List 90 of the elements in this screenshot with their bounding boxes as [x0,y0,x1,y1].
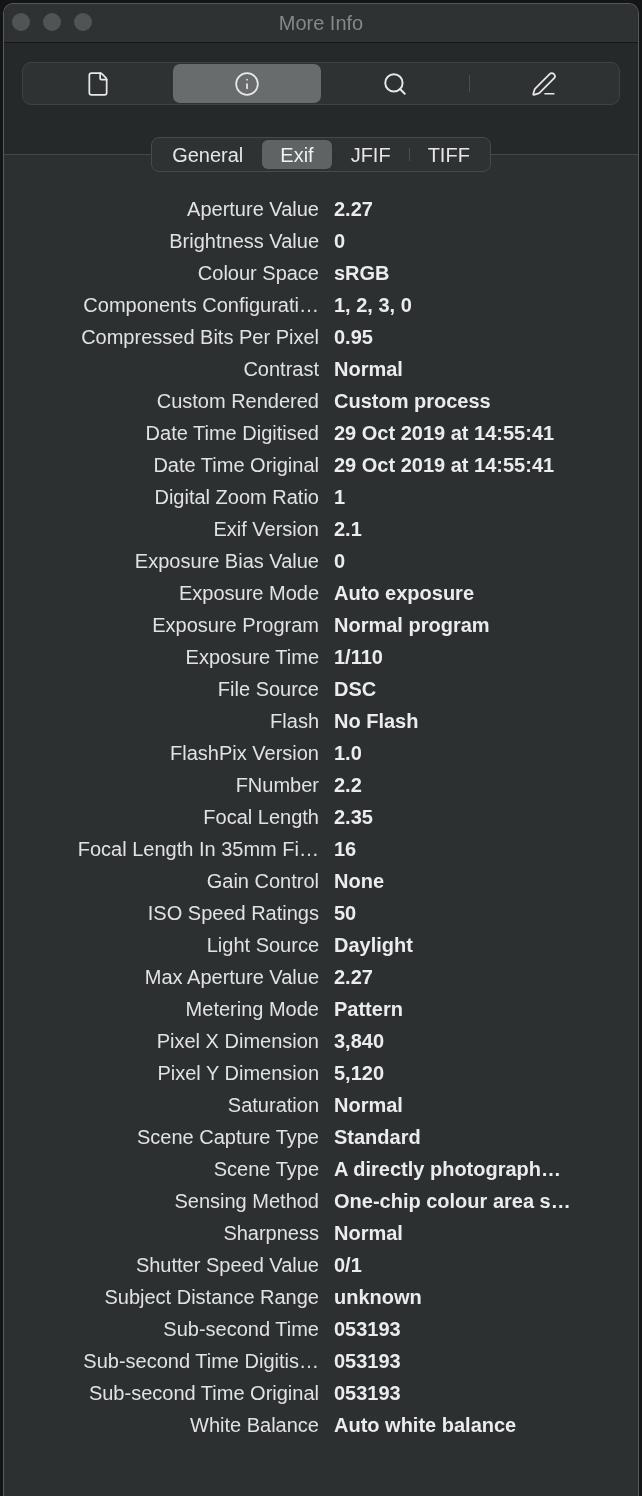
field-value: 0.95 [334,325,373,350]
field-value: 16 [334,837,357,862]
field-value: Daylight [334,933,413,958]
field-label: Aperture Value [186,197,319,222]
field-value: Auto exposure [334,581,475,606]
field-value: Custom process [334,389,491,414]
field-value: 1 [334,485,346,510]
field-label: Exif Version [212,517,319,542]
field-value: 2.35 [334,805,373,830]
field-label: Colour Space [196,261,319,286]
field-value: 0/1 [334,1253,362,1278]
field-value: Normal program [334,613,490,638]
tab[interactable]: Exif [262,140,332,169]
field-label: ISO Speed Ratings [146,901,319,926]
field-value: 2.27 [334,197,373,222]
field-label: Exposure Time [184,645,319,670]
field-label: Digital Zoom Ratio [153,485,319,510]
field-label: Sharpness [222,1221,319,1246]
maximize-button[interactable] [74,13,92,31]
field-value: Pattern [334,997,403,1022]
close-button[interactable] [12,13,30,31]
field-value: 5,120 [334,1061,385,1086]
field-label: Pixel X Dimension [155,1029,319,1054]
field-value: Auto white balance [334,1413,517,1438]
search-icon [382,70,409,97]
field-label: Scene Capture Type [136,1125,319,1150]
field-value: A directly photograph… [334,1157,562,1182]
field-label: FlashPix Version [169,741,319,766]
field-label: Exposure Bias Value [133,549,319,574]
field-value: 1.0 [334,741,362,766]
field-label: White Balance [189,1413,319,1438]
field-label: Sub-second Time [162,1317,319,1342]
field-value: 2.1 [334,517,362,542]
field-label: Sub-second Time Original [87,1381,319,1406]
field-label: Subject Distance Range [103,1285,319,1310]
field-label: FNumber [234,773,319,798]
field-label: Date Time Original [152,453,319,478]
field-label: Pixel Y Dimension [156,1061,319,1086]
field-value: 053193 [334,1381,401,1406]
field-label: Metering Mode [184,997,319,1022]
field-value: 1/110 [334,645,383,670]
field-value: 29 Oct 2019 at 14:55:41 [334,453,555,478]
field-value: 053193 [334,1317,401,1342]
field-value: Normal [334,1221,403,1246]
tab[interactable]: JFIF [332,140,409,169]
field-value: 053193 [334,1349,401,1374]
field-value: DSC [334,677,377,702]
field-label: Shutter Speed Value [134,1253,319,1278]
field-label: Flash [269,709,319,734]
field-value: No Flash [334,709,419,734]
pencil-icon [531,70,558,97]
tab[interactable]: TIFF [409,140,488,169]
field-label: Date Time Digitised [144,421,319,446]
field-label: Compressed Bits Per Pixel [80,325,319,350]
field-value: 29 Oct 2019 at 14:55:41 [334,421,555,446]
field-label: Components Configurati… [82,293,319,318]
field-label: Brightness Value [168,229,319,254]
field-value: 0 [334,549,346,574]
field-value: sRGB [334,261,390,286]
field-label: Gain Control [205,869,319,894]
field-label: Focal Length In 35mm Fi… [76,837,319,862]
minimize-button[interactable] [43,13,61,31]
window-title: More Info [278,11,364,36]
field-value: Normal [334,357,403,382]
field-value: 3,840 [334,1029,385,1054]
field-label: Sensing Method [173,1189,319,1214]
field-value: 0 [334,229,346,254]
field-label: Contrast [242,357,319,382]
field-label: Focal Length [202,805,319,830]
tab[interactable]: General [154,140,262,169]
info-button[interactable] [172,64,321,103]
field-label: Custom Rendered [155,389,319,414]
field-label: Scene Type [212,1157,319,1182]
field-value: One-chip colour area s… [334,1189,571,1214]
field-label: Exposure Mode [177,581,319,606]
field-value: unknown [334,1285,422,1310]
field-label: Light Source [205,933,319,958]
field-label: File Source [216,677,319,702]
field-label: Sub-second Time Digitis… [82,1349,319,1374]
field-value: Standard [334,1125,421,1150]
field-value: 50 [334,901,357,926]
info-icon [233,70,260,97]
field-value: 2.27 [334,965,373,990]
field-label: Saturation [226,1093,319,1118]
field-value: Normal [334,1093,403,1118]
field-value: 1, 2, 3, 0 [334,293,412,318]
field-label: Max Aperture Value [143,965,319,990]
field-label: Exposure Program [151,613,319,638]
field-value: 2.2 [334,773,362,798]
field-value: None [334,869,384,894]
